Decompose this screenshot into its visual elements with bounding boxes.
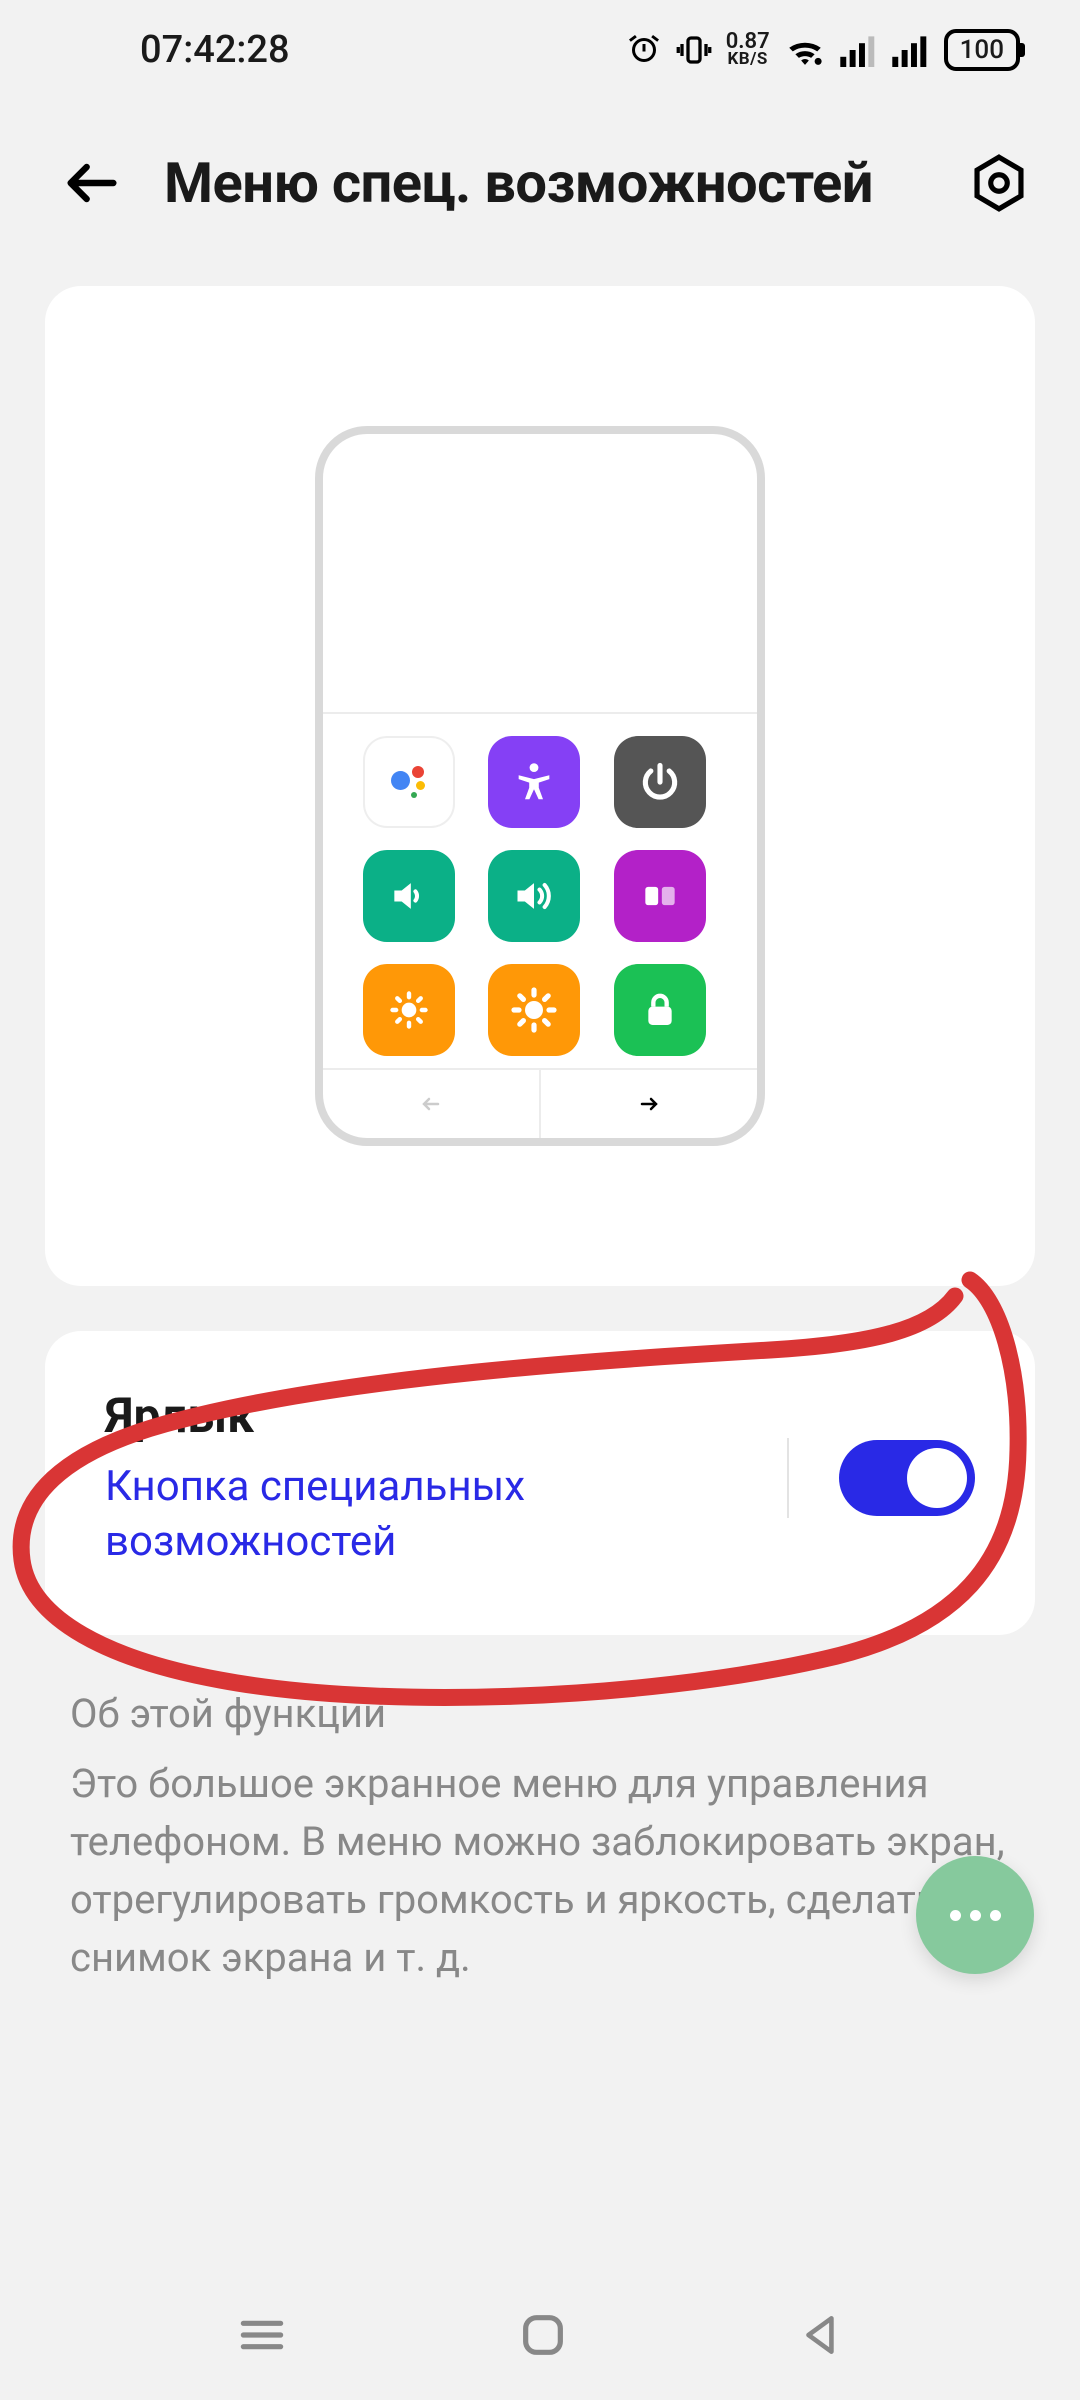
network-speed: 0.87 KB/S bbox=[726, 32, 770, 67]
shortcut-subtitle[interactable]: Кнопка специальных возможностей bbox=[105, 1460, 565, 1569]
about-section: Об этой функции Это большое экранное мен… bbox=[0, 1680, 1080, 1987]
wifi-icon bbox=[784, 32, 826, 68]
divider bbox=[787, 1438, 789, 1518]
brightness-down-icon bbox=[363, 964, 455, 1056]
about-body: Это большое экранное меню для управления… bbox=[70, 1755, 1010, 1987]
assistant-icon bbox=[363, 736, 455, 828]
accessibility-menu-grid bbox=[323, 712, 757, 1068]
shortcut-toggle[interactable] bbox=[839, 1440, 975, 1516]
back-button[interactable] bbox=[796, 2310, 846, 2360]
vibrate-icon bbox=[676, 32, 712, 68]
preview-card bbox=[45, 286, 1035, 1286]
signal-2-icon bbox=[892, 33, 930, 67]
recents-button[interactable] bbox=[234, 2307, 290, 2363]
home-button[interactable] bbox=[517, 2309, 569, 2361]
status-bar: 07:42:28 0.87 KB/S 100 bbox=[0, 0, 1080, 100]
back-icon[interactable] bbox=[60, 151, 124, 215]
recents-icon bbox=[614, 850, 706, 942]
system-nav-bar bbox=[0, 2270, 1080, 2400]
next-page-icon bbox=[541, 1070, 757, 1138]
shortcut-card: Ярлык Кнопка специальных возможностей bbox=[45, 1331, 1035, 1635]
volume-up-icon bbox=[488, 850, 580, 942]
alarm-icon bbox=[626, 32, 662, 68]
phone-preview bbox=[315, 426, 765, 1146]
lock-icon bbox=[614, 964, 706, 1056]
settings-hex-icon[interactable] bbox=[968, 152, 1030, 214]
accessibility-icon bbox=[488, 736, 580, 828]
shortcut-title: Ярлык bbox=[105, 1387, 767, 1444]
signal-1-icon bbox=[840, 33, 878, 67]
brightness-up-icon bbox=[488, 964, 580, 1056]
status-time: 07:42:28 bbox=[140, 28, 290, 72]
prev-page-icon bbox=[323, 1070, 541, 1138]
status-icons: 0.87 KB/S 100 bbox=[626, 29, 1020, 71]
about-heading: Об этой функции bbox=[70, 1690, 1010, 1737]
battery-indicator: 100 bbox=[944, 29, 1020, 71]
volume-down-icon bbox=[363, 850, 455, 942]
more-fab[interactable] bbox=[916, 1856, 1034, 1974]
power-icon bbox=[614, 736, 706, 828]
page-header: Меню спец. возможностей bbox=[0, 100, 1080, 286]
phone-preview-nav bbox=[323, 1068, 757, 1138]
page-title: Меню спец. возможностей bbox=[164, 150, 928, 216]
